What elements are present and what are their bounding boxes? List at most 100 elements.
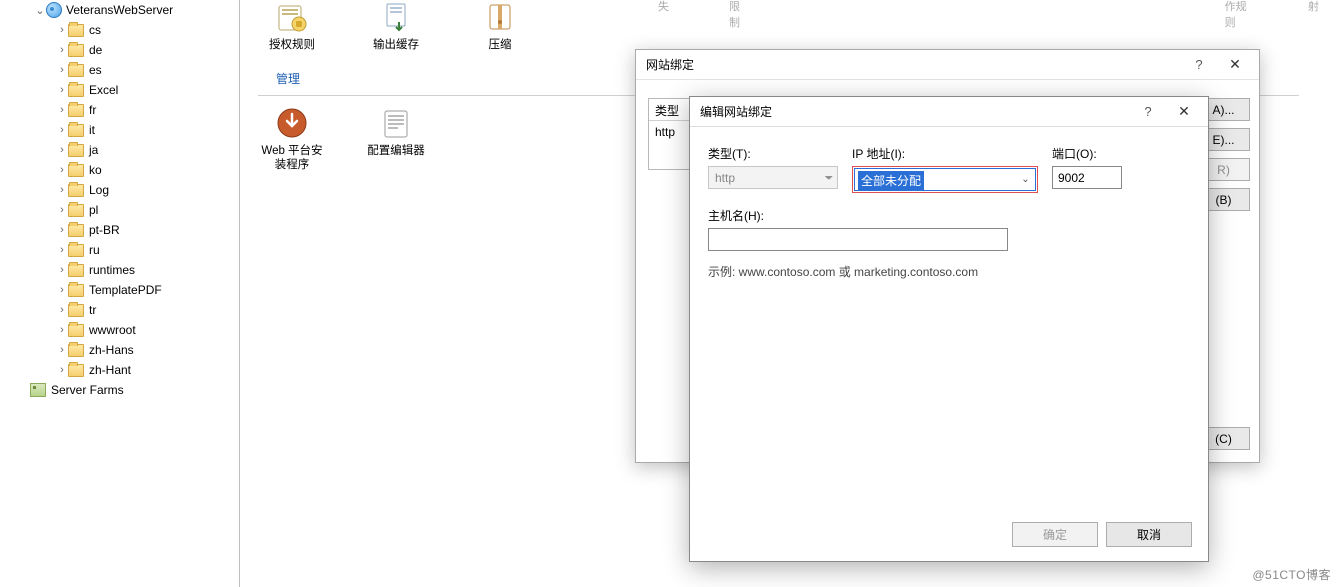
folder-icon bbox=[68, 64, 84, 77]
tree-folder-tr[interactable]: › tr bbox=[0, 300, 239, 320]
folder-icon bbox=[68, 364, 84, 377]
dialog-titlebar[interactable]: 网站绑定 ? ✕ bbox=[636, 50, 1259, 80]
folder-icon bbox=[68, 164, 84, 177]
folder-icon bbox=[68, 224, 84, 237]
feature-output-cache[interactable]: 输出缓存 bbox=[362, 0, 430, 52]
expander-icon[interactable]: › bbox=[56, 124, 68, 136]
expander-icon[interactable]: › bbox=[56, 204, 68, 216]
folder-icon bbox=[68, 344, 84, 357]
tree-folder-ru[interactable]: › ru bbox=[0, 240, 239, 260]
tree-folder-ja[interactable]: › ja bbox=[0, 140, 239, 160]
tree-node-site[interactable]: ⌄ VeteransWebServer bbox=[0, 0, 239, 20]
expander-icon[interactable]: › bbox=[56, 44, 68, 56]
folder-label: de bbox=[89, 43, 102, 57]
folder-icon bbox=[68, 324, 84, 337]
web-platform-icon bbox=[275, 106, 309, 140]
folder-icon bbox=[68, 204, 84, 217]
host-input[interactable] bbox=[708, 228, 1008, 251]
close-button[interactable]: ✕ bbox=[1166, 101, 1202, 123]
cancel-button[interactable]: 取消 bbox=[1106, 522, 1192, 547]
feature-auth-rules[interactable]: 授权规则 bbox=[258, 0, 326, 52]
expander-icon[interactable]: › bbox=[56, 344, 68, 356]
folder-label: ko bbox=[89, 163, 102, 177]
expander-icon[interactable]: ⌄ bbox=[34, 4, 46, 17]
expander-icon[interactable]: › bbox=[56, 104, 68, 116]
feature-web-platform[interactable]: Web 平台安装程序 bbox=[258, 106, 326, 172]
folder-icon bbox=[68, 184, 84, 197]
tree-folder-wwwroot[interactable]: › wwwroot bbox=[0, 320, 239, 340]
config-editor-icon bbox=[379, 106, 413, 140]
folder-icon bbox=[68, 24, 84, 37]
folder-label: tr bbox=[89, 303, 96, 317]
expander-icon[interactable]: › bbox=[56, 184, 68, 196]
folder-label: it bbox=[89, 123, 95, 137]
tree-folder-zh-Hans[interactable]: › zh-Hans bbox=[0, 340, 239, 360]
expander-icon[interactable]: › bbox=[56, 304, 68, 316]
ip-label: IP 地址(I): bbox=[852, 145, 1038, 162]
tree-folder-Log[interactable]: › Log bbox=[0, 180, 239, 200]
compression-icon bbox=[483, 0, 517, 34]
expander-icon[interactable]: › bbox=[56, 164, 68, 176]
tree-folder-runtimes[interactable]: › runtimes bbox=[0, 260, 239, 280]
tree-folder-ko[interactable]: › ko bbox=[0, 160, 239, 180]
folder-icon bbox=[68, 304, 84, 317]
feature-config-editor[interactable]: 配置编辑器 bbox=[362, 106, 430, 172]
tree-folder-pl[interactable]: › pl bbox=[0, 200, 239, 220]
port-input[interactable] bbox=[1052, 166, 1122, 189]
tree-folder-TemplatePDF[interactable]: ›TemplatePDF bbox=[0, 280, 239, 300]
ok-button: 确定 bbox=[1012, 522, 1098, 547]
feature-compression[interactable]: 压缩 bbox=[466, 0, 534, 52]
tree-folder-it[interactable]: › it bbox=[0, 120, 239, 140]
server-farms-label: Server Farms bbox=[51, 383, 124, 397]
folder-label: Log bbox=[89, 183, 109, 197]
type-select: http bbox=[708, 166, 838, 189]
folder-label: zh-Hans bbox=[89, 343, 134, 357]
server-farms-icon bbox=[30, 383, 46, 397]
ip-select[interactable]: 全部未分配 ⌄ bbox=[854, 168, 1036, 191]
host-example: 示例: www.contoso.com 或 marketing.contoso.… bbox=[708, 263, 1190, 280]
tree-folder-cs[interactable]: › cs bbox=[0, 20, 239, 40]
folder-icon bbox=[68, 124, 84, 137]
expander-icon[interactable]: › bbox=[56, 224, 68, 236]
tree-folder-fr[interactable]: › fr bbox=[0, 100, 239, 120]
expander-icon[interactable]: › bbox=[56, 324, 68, 336]
folder-icon bbox=[68, 44, 84, 57]
tree-folder-zh-Hant[interactable]: › zh-Hant bbox=[0, 360, 239, 380]
help-button[interactable]: ? bbox=[1181, 54, 1217, 76]
folder-label: cs bbox=[89, 23, 101, 37]
folder-label: ja bbox=[89, 143, 98, 157]
folder-icon bbox=[68, 84, 84, 97]
folder-label: pl bbox=[89, 203, 98, 217]
expander-icon[interactable]: › bbox=[56, 364, 68, 376]
tree-node-server-farms[interactable]: Server Farms bbox=[0, 380, 239, 400]
chevron-down-icon[interactable]: ⌄ bbox=[1018, 172, 1033, 187]
auth-rules-icon bbox=[275, 0, 309, 34]
folder-icon bbox=[68, 104, 84, 117]
tree-folder-es[interactable]: ›es bbox=[0, 60, 239, 80]
close-button[interactable]: ✕ bbox=[1217, 54, 1253, 76]
tree-folder-de[interactable]: › de bbox=[0, 40, 239, 60]
tree-folder-pt-BR[interactable]: ›pt-BR bbox=[0, 220, 239, 240]
expander-icon[interactable]: › bbox=[56, 144, 68, 156]
expander-icon[interactable]: › bbox=[56, 24, 68, 36]
expander-icon[interactable]: › bbox=[56, 84, 68, 96]
expander-icon[interactable]: › bbox=[56, 284, 68, 296]
folder-label: fr bbox=[89, 103, 96, 117]
expander-icon[interactable]: › bbox=[56, 264, 68, 276]
expander-icon[interactable]: › bbox=[56, 64, 68, 76]
folder-label: ru bbox=[89, 243, 100, 257]
folder-label: runtimes bbox=[89, 263, 135, 277]
folder-label: zh-Hant bbox=[89, 363, 131, 377]
folder-icon bbox=[68, 264, 84, 277]
tree-folder-Excel[interactable]: › Excel bbox=[0, 80, 239, 100]
folder-label: wwwroot bbox=[89, 323, 136, 337]
dialog-footer: 确定 取消 bbox=[1012, 522, 1192, 547]
watermark: @51CTO博客 bbox=[1252, 566, 1331, 583]
help-button[interactable]: ? bbox=[1130, 101, 1166, 123]
output-cache-icon bbox=[379, 0, 413, 34]
folder-label: Excel bbox=[89, 83, 118, 97]
expander-icon[interactable]: › bbox=[56, 244, 68, 256]
inner-dialog-titlebar[interactable]: 编辑网站绑定 ? ✕ bbox=[690, 97, 1208, 127]
tree-panel: ⌄ VeteransWebServer ›cs›de›es›Excel›fr›i… bbox=[0, 0, 240, 587]
folder-icon bbox=[68, 244, 84, 257]
